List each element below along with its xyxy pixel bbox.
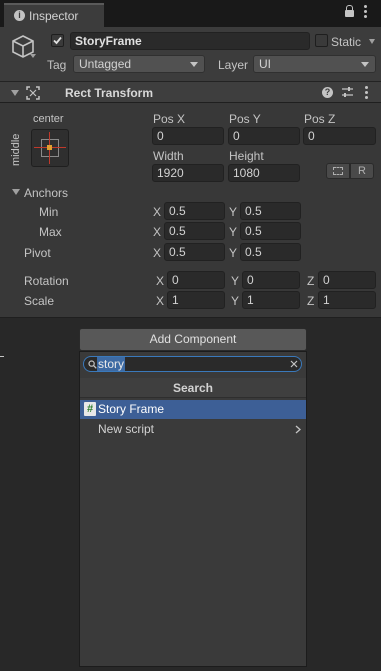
chevron-down-icon: [361, 62, 369, 67]
presets-sliders-icon[interactable]: [341, 86, 354, 99]
pivot-y-field[interactable]: 0.5: [240, 243, 301, 261]
clear-search-icon[interactable]: [290, 360, 298, 368]
chevron-down-icon: [190, 62, 198, 67]
help-icon[interactable]: ?: [322, 87, 333, 98]
info-icon: i: [14, 10, 25, 21]
height-label: Height: [229, 149, 264, 163]
component-search-input[interactable]: story: [83, 356, 302, 372]
blueprint-mode-button[interactable]: [326, 163, 350, 179]
scale-x-field[interactable]: 1: [167, 291, 225, 309]
tag-dropdown[interactable]: Untagged: [73, 55, 205, 73]
add-component-button[interactable]: Add Component: [79, 328, 307, 351]
pos-y-label: Pos Y: [229, 112, 261, 126]
active-checkbox[interactable]: [51, 34, 64, 47]
height-field[interactable]: 1080: [228, 164, 300, 182]
max-label: Max: [39, 225, 62, 239]
check-icon: [53, 36, 62, 45]
tab-inspector[interactable]: i Inspector: [4, 3, 104, 27]
anchor-v-label: middle: [10, 133, 22, 166]
pos-x-field[interactable]: 0: [152, 127, 224, 145]
pos-x-label: Pos X: [153, 112, 186, 126]
icon-dropdown-caret-icon[interactable]: [30, 54, 36, 58]
rot-z-axis-label: Z: [307, 274, 315, 288]
rot-x-axis-label: X: [156, 274, 165, 288]
left-edge-marker: [0, 356, 4, 357]
pivot-label: Pivot: [24, 246, 51, 260]
raw-edit-button[interactable]: R: [350, 163, 374, 179]
rotation-y-field[interactable]: 0: [242, 271, 300, 289]
min-y-field[interactable]: 0.5: [240, 202, 301, 220]
max-y-axis-label: Y: [229, 225, 238, 239]
rect-transform-icon: [26, 86, 40, 100]
csharp-script-icon: #: [84, 402, 96, 416]
width-label: Width: [153, 149, 184, 163]
static-dropdown-caret-icon[interactable]: [369, 39, 375, 44]
pos-y-field[interactable]: 0: [228, 127, 300, 145]
component-title: Rect Transform: [65, 86, 154, 100]
add-component-popup: [79, 351, 307, 667]
scale-y-axis-label: Y: [231, 294, 240, 308]
result-item-new-script[interactable]: New script: [80, 420, 306, 439]
scale-y-field[interactable]: 1: [242, 291, 300, 309]
pos-z-label: Pos Z: [304, 112, 336, 126]
anchor-preset-button[interactable]: [31, 129, 69, 167]
min-y-axis-label: Y: [229, 205, 238, 219]
search-icon: [88, 360, 97, 369]
rotation-x-field[interactable]: 0: [167, 271, 225, 289]
scale-label: Scale: [24, 294, 55, 308]
chevron-right-icon: [295, 425, 301, 434]
lock-icon[interactable]: [345, 5, 354, 17]
max-x-field[interactable]: 0.5: [164, 222, 225, 240]
search-section-header: Search: [80, 378, 306, 398]
max-x-axis-label: X: [153, 225, 162, 239]
layer-label: Layer: [218, 58, 249, 72]
scale-x-axis-label: X: [156, 294, 165, 308]
min-x-axis-label: X: [153, 205, 162, 219]
rotation-z-field[interactable]: 0: [318, 271, 376, 289]
tag-label: Tag: [47, 58, 67, 72]
rot-y-axis-label: Y: [231, 274, 240, 288]
anchors-foldout-icon[interactable]: [12, 189, 20, 195]
width-field[interactable]: 1920: [152, 164, 224, 182]
pivot-x-axis-label: X: [153, 246, 162, 260]
scale-z-field[interactable]: 1: [318, 291, 376, 309]
pivot-x-field[interactable]: 0.5: [164, 243, 225, 261]
pivot-y-axis-label: Y: [229, 246, 238, 260]
scale-z-axis-label: Z: [307, 294, 315, 308]
foldout-arrow-icon[interactable]: [11, 90, 19, 96]
anchors-label: Anchors: [24, 186, 69, 200]
component-kebab-icon[interactable]: [365, 86, 369, 99]
pos-z-field[interactable]: 0: [303, 127, 376, 145]
static-label: Static: [331, 35, 362, 49]
rotation-label: Rotation: [24, 274, 69, 288]
max-y-field[interactable]: 0.5: [240, 222, 301, 240]
search-query-text: story: [97, 357, 126, 371]
layer-dropdown[interactable]: UI: [253, 55, 376, 73]
object-name-field[interactable]: StoryFrame: [70, 32, 310, 50]
tab-inspector-label: Inspector: [29, 9, 79, 23]
blueprint-icon: [333, 167, 343, 175]
anchor-h-label: center: [33, 113, 64, 125]
result-item-story-frame[interactable]: # Story Frame: [80, 400, 306, 419]
min-label: Min: [39, 205, 59, 219]
min-x-field[interactable]: 0.5: [164, 202, 225, 220]
kebab-menu-icon[interactable]: [364, 4, 368, 18]
static-checkbox[interactable]: [315, 34, 328, 47]
